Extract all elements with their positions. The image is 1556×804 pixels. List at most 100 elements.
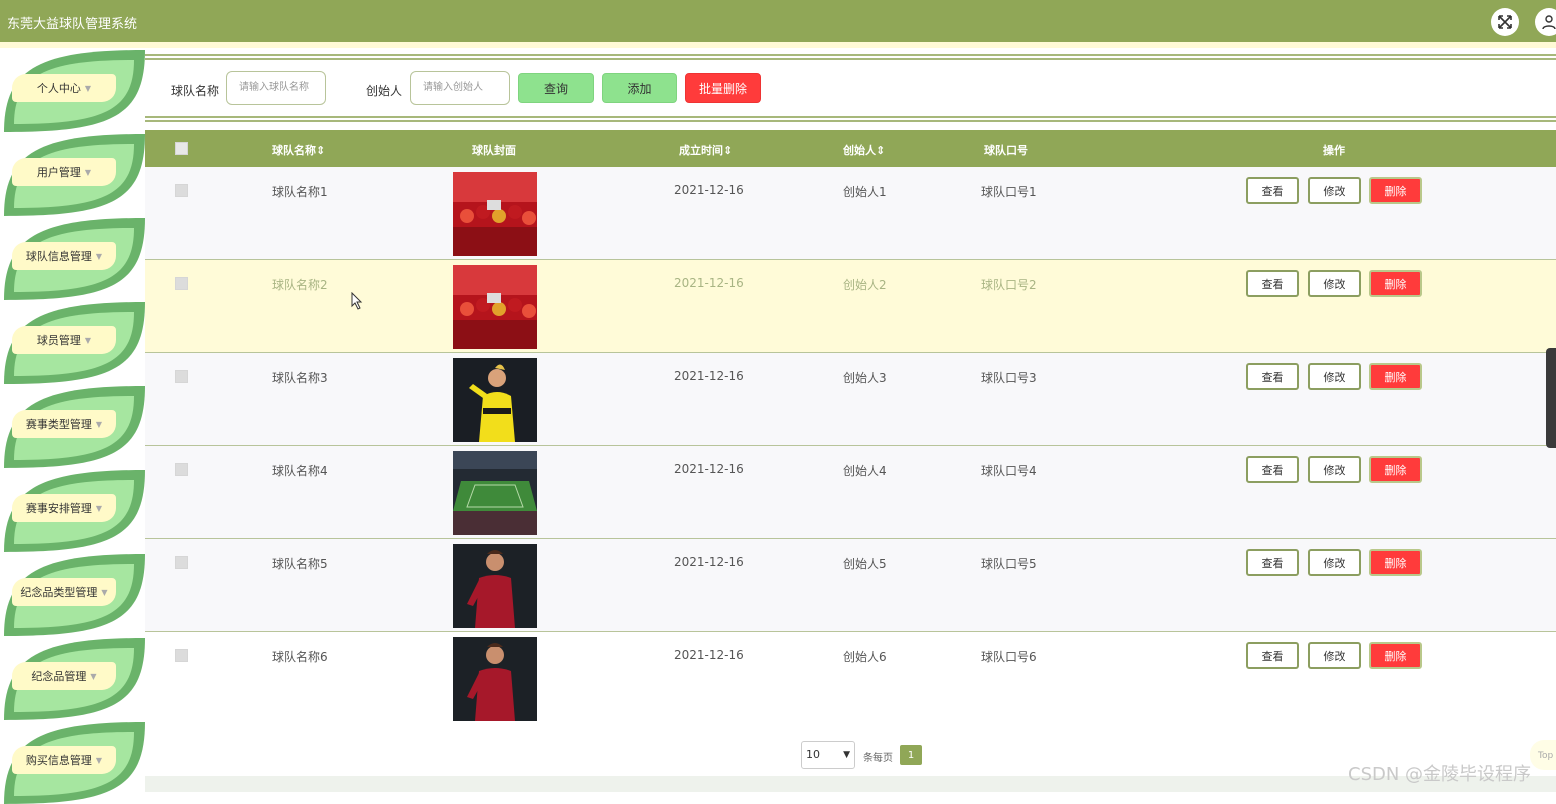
sidebar-item-label: 纪念品类型管理 — [20, 586, 98, 599]
sort-icon: ⇕ — [723, 144, 733, 157]
slogan-cell: 球队口号4 — [981, 464, 1037, 478]
view-button[interactable]: 查看 — [1246, 549, 1299, 576]
row-checkbox[interactable] — [175, 277, 188, 290]
team-name-cell: 球队名称6 — [272, 650, 328, 664]
table-row: 球队名称6 2021-12-16 创始人6 球队口号6 查看 修改 删除 — [145, 632, 1556, 725]
query-button[interactable]: 查询 — [518, 73, 594, 103]
sidebar-item-label: 纪念品管理 — [31, 670, 87, 683]
column-header-slogan: 球队口号 — [984, 144, 1028, 157]
creator-cell: 创始人6 — [843, 650, 887, 664]
page-size-select[interactable]: 10 ▼ — [801, 741, 855, 769]
team-name-cell: 球队名称3 — [272, 371, 328, 385]
creator-cell: 创始人3 — [843, 371, 887, 385]
sidebar-item-souvenir-management[interactable]: 纪念品管理 ▼ — [0, 636, 145, 720]
team-cover-image — [453, 172, 537, 256]
column-header-team-name[interactable]: 球队名称⇕ — [272, 142, 325, 158]
caret-down-icon: ▼ — [84, 167, 92, 177]
date-cell: 2021-12-16 — [674, 462, 744, 476]
team-cover-image — [453, 451, 537, 535]
chevron-down-icon: ▼ — [843, 750, 850, 760]
view-button[interactable]: 查看 — [1246, 642, 1299, 669]
fullscreen-icon[interactable] — [1491, 8, 1519, 36]
caret-down-icon: ▼ — [95, 503, 103, 513]
view-button[interactable]: 查看 — [1246, 270, 1299, 297]
table-row: 球队名称3 2021-12-16 创始人3 球队口号3 查看 修改 删除 — [145, 353, 1556, 446]
delete-button[interactable]: 删除 — [1369, 363, 1422, 390]
date-cell: 2021-12-16 — [674, 648, 744, 662]
caret-down-icon: ▼ — [84, 83, 92, 93]
divider-line — [145, 120, 1556, 122]
slogan-cell: 球队口号6 — [981, 650, 1037, 664]
scrollbar[interactable] — [1546, 348, 1556, 448]
creator-cell: 创始人1 — [843, 185, 887, 199]
search-bar: 球队名称 请输入球队名称 创始人 请输入创始人 查询 添加 批量删除 — [145, 60, 1556, 116]
sidebar-item-match-type[interactable]: 赛事类型管理 ▼ — [0, 384, 145, 468]
edit-button[interactable]: 修改 — [1308, 363, 1361, 390]
delete-button[interactable]: 删除 — [1369, 642, 1422, 669]
footer-strip — [145, 776, 1556, 792]
sidebar-item-label: 用户管理 — [36, 166, 81, 179]
select-all-checkbox[interactable] — [175, 142, 188, 155]
sidebar-item-purchase-info[interactable]: 购买信息管理 ▼ — [0, 720, 145, 804]
team-cover-image — [453, 544, 537, 628]
team-name-cell: 球队名称2 — [272, 278, 328, 292]
delete-button[interactable]: 删除 — [1369, 270, 1422, 297]
row-checkbox[interactable] — [175, 184, 188, 197]
table-row: 球队名称2 2021-12-16 创始人2 球队口号2 查看 修改 删除 — [145, 260, 1556, 353]
sidebar-item-player-management[interactable]: 球员管理 ▼ — [0, 300, 145, 384]
top-bar: 东莞大益球队管理系统 — [0, 0, 1556, 42]
delete-button[interactable]: 删除 — [1369, 177, 1422, 204]
divider-line — [145, 116, 1556, 118]
back-to-top-button[interactable]: Top — [1530, 740, 1556, 770]
sidebar-item-personal-center[interactable]: 个人中心 ▼ — [0, 48, 145, 132]
delete-button[interactable]: 删除 — [1369, 456, 1422, 483]
sidebar-item-user-management[interactable]: 用户管理 ▼ — [0, 132, 145, 216]
sidebar-item-souvenir-type[interactable]: 纪念品类型管理 ▼ — [0, 552, 145, 636]
view-button[interactable]: 查看 — [1246, 363, 1299, 390]
view-button[interactable]: 查看 — [1246, 456, 1299, 483]
app-title: 东莞大益球队管理系统 — [7, 17, 138, 32]
creator-cell: 创始人2 — [843, 278, 887, 292]
caret-down-icon: ▼ — [90, 671, 97, 681]
table-row: 球队名称5 2021-12-16 创始人5 球队口号5 查看 修改 删除 — [145, 539, 1556, 632]
edit-button[interactable]: 修改 — [1308, 270, 1361, 297]
column-header-creator[interactable]: 创始人⇕ — [843, 142, 885, 158]
row-checkbox[interactable] — [175, 370, 188, 383]
date-cell: 2021-12-16 — [674, 555, 744, 569]
add-button[interactable]: 添加 — [602, 73, 677, 103]
slogan-cell: 球队口号3 — [981, 371, 1037, 385]
slogan-cell: 球队口号5 — [981, 557, 1037, 571]
column-header-date[interactable]: 成立时间⇕ — [679, 142, 732, 158]
team-cover-image — [453, 265, 537, 349]
sidebar-item-match-schedule[interactable]: 赛事安排管理 ▼ — [0, 468, 145, 552]
sidebar-item-label: 赛事类型管理 — [25, 418, 92, 431]
team-name-input[interactable]: 请输入球队名称 — [226, 71, 326, 105]
batch-delete-button[interactable]: 批量删除 — [685, 73, 761, 103]
sidebar-item-label: 球员管理 — [36, 334, 81, 347]
caret-down-icon: ▼ — [95, 755, 103, 765]
caret-down-icon: ▼ — [95, 419, 103, 429]
sidebar-item-team-info[interactable]: 球队信息管理 ▼ — [0, 216, 145, 300]
team-name-label: 球队名称 — [171, 84, 220, 98]
caret-down-icon: ▼ — [84, 335, 92, 345]
slogan-cell: 球队口号2 — [981, 278, 1037, 292]
sidebar-item-label: 赛事安排管理 — [25, 502, 92, 515]
mouse-cursor-icon — [351, 292, 363, 310]
creator-cell: 创始人5 — [843, 557, 887, 571]
sidebar-item-label: 购买信息管理 — [25, 754, 92, 767]
row-checkbox[interactable] — [175, 556, 188, 569]
date-cell: 2021-12-16 — [674, 369, 744, 383]
view-button[interactable]: 查看 — [1246, 177, 1299, 204]
creator-input[interactable]: 请输入创始人 — [410, 71, 510, 105]
edit-button[interactable]: 修改 — [1308, 456, 1361, 483]
row-checkbox[interactable] — [175, 649, 188, 662]
edit-button[interactable]: 修改 — [1308, 549, 1361, 576]
user-icon[interactable] — [1535, 8, 1556, 36]
delete-button[interactable]: 删除 — [1369, 549, 1422, 576]
page-number-button[interactable]: 1 — [900, 745, 922, 765]
slogan-cell: 球队口号1 — [981, 185, 1037, 199]
row-checkbox[interactable] — [175, 463, 188, 476]
edit-button[interactable]: 修改 — [1308, 177, 1361, 204]
edit-button[interactable]: 修改 — [1308, 642, 1361, 669]
sidebar: 个人中心 ▼ 用户管理 ▼ 球队信息管理 ▼ 球员管理 ▼ 赛事类型管理 ▼ 赛事安排管理… — [0, 48, 145, 804]
